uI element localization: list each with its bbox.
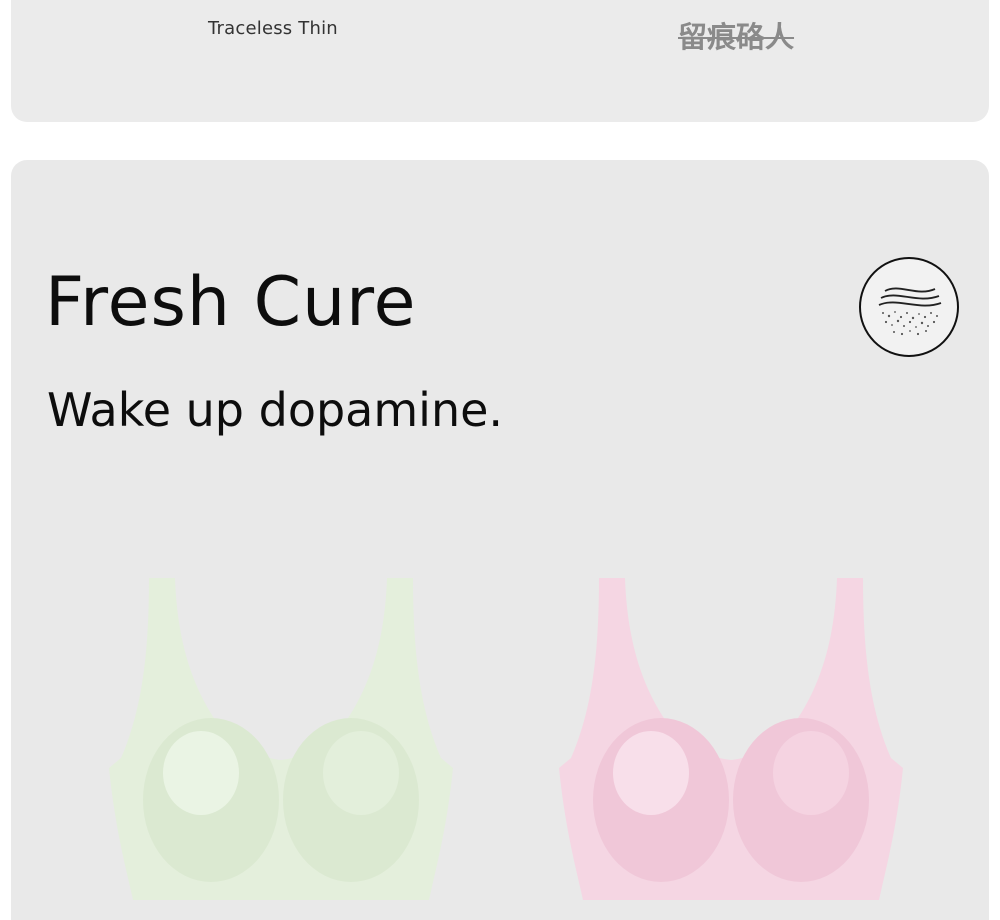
traceless-thin-label: Traceless Thin	[208, 18, 338, 39]
traceless-comparison-card: Traceless Thin 留痕硌人	[11, 0, 989, 122]
headline: Fresh Cure	[45, 263, 417, 342]
fresh-cure-card: Fresh Cure Wake up dopamine.	[11, 160, 989, 920]
struck-chinese-label: 留痕硌人	[678, 20, 795, 54]
bra-pink-image	[559, 578, 903, 900]
bra-mint-green-image	[109, 578, 453, 900]
subline: Wake up dopamine.	[47, 383, 504, 437]
breathable-fabric-icon	[859, 257, 959, 357]
